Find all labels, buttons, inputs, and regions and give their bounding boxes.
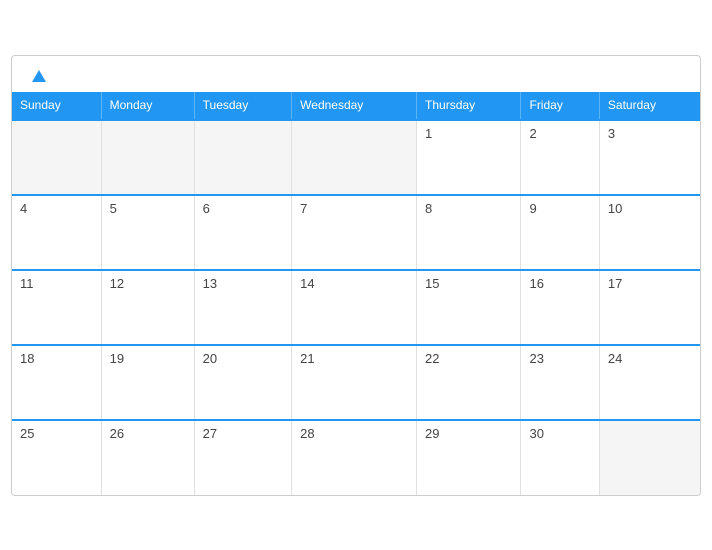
day-header-monday: Monday [101, 92, 194, 120]
day-number: 9 [529, 201, 536, 216]
calendar-header [12, 56, 700, 92]
day-number: 23 [529, 351, 543, 366]
day-number: 8 [425, 201, 432, 216]
calendar-cell: 13 [194, 270, 292, 345]
calendar-cell: 5 [101, 195, 194, 270]
day-number: 4 [20, 201, 27, 216]
calendar-cell: 9 [521, 195, 599, 270]
day-number: 12 [110, 276, 124, 291]
day-number: 30 [529, 426, 543, 441]
day-number: 22 [425, 351, 439, 366]
day-number: 28 [300, 426, 314, 441]
logo-area [32, 70, 49, 82]
day-header-sunday: Sunday [12, 92, 101, 120]
logo-triangle-icon [32, 70, 46, 82]
calendar-cell: 25 [12, 420, 101, 495]
calendar-cell: 20 [194, 345, 292, 420]
day-number: 25 [20, 426, 34, 441]
day-number: 6 [203, 201, 210, 216]
calendar-cell: 17 [599, 270, 700, 345]
calendar-cell: 3 [599, 120, 700, 195]
day-number: 1 [425, 126, 432, 141]
calendar-cell: 30 [521, 420, 599, 495]
calendar-cell: 1 [417, 120, 521, 195]
day-header-tuesday: Tuesday [194, 92, 292, 120]
day-number: 7 [300, 201, 307, 216]
day-header-friday: Friday [521, 92, 599, 120]
day-number: 3 [608, 126, 615, 141]
calendar-cell [599, 420, 700, 495]
week-row-3: 18 19 20 21 22 23 24 [12, 345, 700, 420]
day-number: 24 [608, 351, 622, 366]
calendar-cell: 21 [292, 345, 417, 420]
day-number: 11 [20, 276, 34, 291]
day-number: 18 [20, 351, 34, 366]
day-number: 19 [110, 351, 124, 366]
calendar-cell: 28 [292, 420, 417, 495]
calendar-cell: 12 [101, 270, 194, 345]
logo-blue-text [32, 70, 49, 82]
calendar-cell: 18 [12, 345, 101, 420]
calendar-container: SundayMondayTuesdayWednesdayThursdayFrid… [11, 55, 701, 496]
days-header-row: SundayMondayTuesdayWednesdayThursdayFrid… [12, 92, 700, 120]
day-header-saturday: Saturday [599, 92, 700, 120]
calendar-cell: 8 [417, 195, 521, 270]
day-number: 14 [300, 276, 314, 291]
calendar-cell: 23 [521, 345, 599, 420]
day-number: 21 [300, 351, 314, 366]
day-header-thursday: Thursday [417, 92, 521, 120]
calendar-cell: 24 [599, 345, 700, 420]
calendar-cell: 14 [292, 270, 417, 345]
day-number: 16 [529, 276, 543, 291]
calendar-cell: 11 [12, 270, 101, 345]
day-number: 10 [608, 201, 622, 216]
calendar-cell: 4 [12, 195, 101, 270]
calendar-cell: 7 [292, 195, 417, 270]
calendar-cell: 16 [521, 270, 599, 345]
day-number: 17 [608, 276, 622, 291]
calendar-cell: 27 [194, 420, 292, 495]
week-row-0: 1 2 3 [12, 120, 700, 195]
day-number: 15 [425, 276, 439, 291]
calendar-cell: 6 [194, 195, 292, 270]
day-number: 26 [110, 426, 124, 441]
week-row-1: 4 5 6 7 8 9 10 [12, 195, 700, 270]
day-number: 2 [529, 126, 536, 141]
calendar-cell: 22 [417, 345, 521, 420]
calendar-cell [12, 120, 101, 195]
day-number: 13 [203, 276, 217, 291]
day-number: 29 [425, 426, 439, 441]
calendar-cell [194, 120, 292, 195]
calendar-cell: 15 [417, 270, 521, 345]
calendar-cell: 26 [101, 420, 194, 495]
calendar-cell: 19 [101, 345, 194, 420]
calendar-cell: 10 [599, 195, 700, 270]
calendar-cell: 29 [417, 420, 521, 495]
calendar-grid: SundayMondayTuesdayWednesdayThursdayFrid… [12, 92, 700, 495]
day-header-wednesday: Wednesday [292, 92, 417, 120]
calendar-cell: 2 [521, 120, 599, 195]
day-number: 27 [203, 426, 217, 441]
day-number: 5 [110, 201, 117, 216]
week-row-2: 11 12 13 14 15 16 17 [12, 270, 700, 345]
calendar-cell [292, 120, 417, 195]
calendar-cell [101, 120, 194, 195]
week-row-4: 25 26 27 28 29 30 [12, 420, 700, 495]
day-number: 20 [203, 351, 217, 366]
